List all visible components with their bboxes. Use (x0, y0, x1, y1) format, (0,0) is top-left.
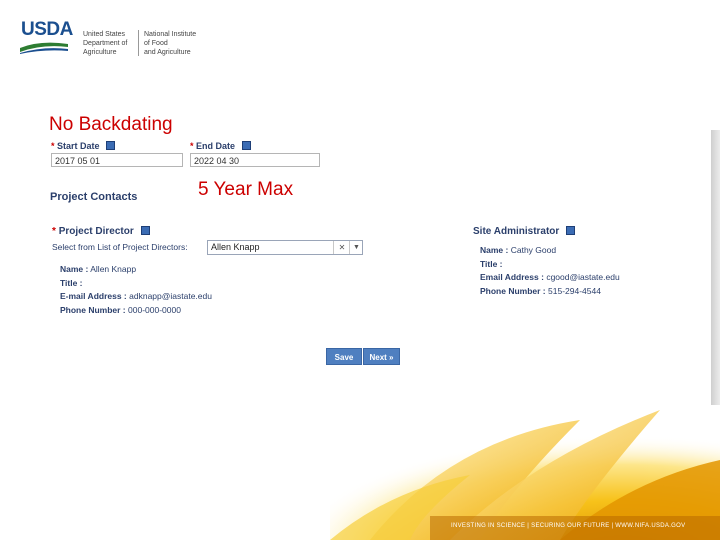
start-date-label: * Start Date (51, 141, 116, 151)
help-icon[interactable] (566, 225, 576, 235)
required-marker: * (52, 226, 56, 237)
header-divider (138, 30, 139, 56)
pd-name-value: Allen Knapp (90, 264, 137, 274)
sa-email-label: Email Address : (480, 272, 544, 282)
project-director-info: Name : Allen Knapp Title : E-mail Addres… (60, 263, 212, 317)
end-date-label: * End Date (190, 141, 251, 151)
agency-line: Agriculture (83, 49, 117, 56)
pd-phone-label: Phone Number : (60, 304, 126, 315)
project-director-label-text: Project Director (58, 226, 134, 237)
annotation-no-backdating: No Backdating (49, 114, 173, 135)
pd-name-line: Name : Allen Knapp (60, 263, 212, 277)
pd-name-label: Name : (60, 264, 89, 274)
sa-title-line: Title : (480, 258, 620, 272)
sa-email-value: cgood@iastate.edu (546, 272, 620, 282)
end-date-input[interactable]: 2022 04 30 (190, 153, 320, 167)
agency-line: and Agriculture (144, 49, 191, 56)
pd-email-line: E-mail Address : adknapp@iastate.edu (60, 290, 212, 304)
required-marker: * (190, 141, 194, 151)
annotation-five-year-max: 5 Year Max (198, 179, 294, 200)
sa-name-line: Name : Cathy Good (480, 244, 620, 258)
agency-name-nifa: National Institute of Food and Agricultu… (144, 30, 196, 57)
end-date-label-text: End Date (196, 141, 236, 151)
project-director-label: * Project Director (52, 225, 150, 237)
sunflower-image (330, 400, 720, 540)
save-button[interactable]: Save (326, 348, 362, 365)
next-button[interactable]: Next » (363, 348, 400, 365)
sa-name-label: Name : (480, 245, 509, 255)
agency-line: Department of (83, 40, 128, 47)
agency-line: National Institute (144, 31, 197, 38)
clear-icon[interactable]: ✕ (336, 241, 348, 254)
chevron-down-icon[interactable]: ▼ (349, 241, 363, 254)
pd-phone-value: 000-000-0000 (128, 304, 181, 315)
pd-email-label: E-mail Address : (60, 291, 127, 301)
sa-title-label: Title : (480, 258, 503, 269)
pd-title-label: Title : (60, 277, 83, 288)
start-date-label-text: Start Date (57, 141, 100, 151)
pd-phone-line: Phone Number : 000-000-0000 (60, 304, 212, 318)
project-director-select[interactable]: Allen Knapp ✕ ▼ (207, 240, 363, 255)
agency-line: of Food (144, 40, 168, 47)
pd-email-value: adknapp@iastate.edu (129, 291, 212, 301)
usda-swoosh-icon (20, 42, 68, 54)
site-administrator-label: Site Administrator (473, 225, 576, 237)
select-director-label: Select from List of Project Directors: (52, 242, 188, 252)
pd-title-line: Title : (60, 277, 212, 291)
footer-tagline: INVESTING IN SCIENCE | SECURING OUR FUTU… (451, 523, 686, 529)
help-icon[interactable] (241, 141, 251, 151)
agency-name-usda: United States Department of Agriculture (83, 30, 127, 57)
help-icon[interactable] (106, 141, 116, 151)
start-date-input[interactable]: 2017 05 01 (51, 153, 183, 167)
sa-phone-value: 515-294-4544 (548, 285, 601, 296)
section-title: Project Contacts (50, 191, 138, 203)
sa-email-line: Email Address : cgood@iastate.edu (480, 271, 620, 285)
screenshot-edge (711, 130, 720, 405)
sa-phone-line: Phone Number : 515-294-4544 (480, 285, 620, 299)
help-icon[interactable] (140, 225, 150, 235)
required-marker: * (51, 141, 55, 151)
site-administrator-label-text: Site Administrator (473, 226, 560, 237)
site-administrator-info: Name : Cathy Good Title : Email Address … (480, 244, 620, 298)
sa-name-value: Cathy Good (510, 245, 557, 255)
sa-phone-label: Phone Number : (480, 285, 546, 296)
project-director-select-value[interactable]: Allen Knapp (208, 241, 334, 254)
agency-line: United States (83, 31, 126, 38)
